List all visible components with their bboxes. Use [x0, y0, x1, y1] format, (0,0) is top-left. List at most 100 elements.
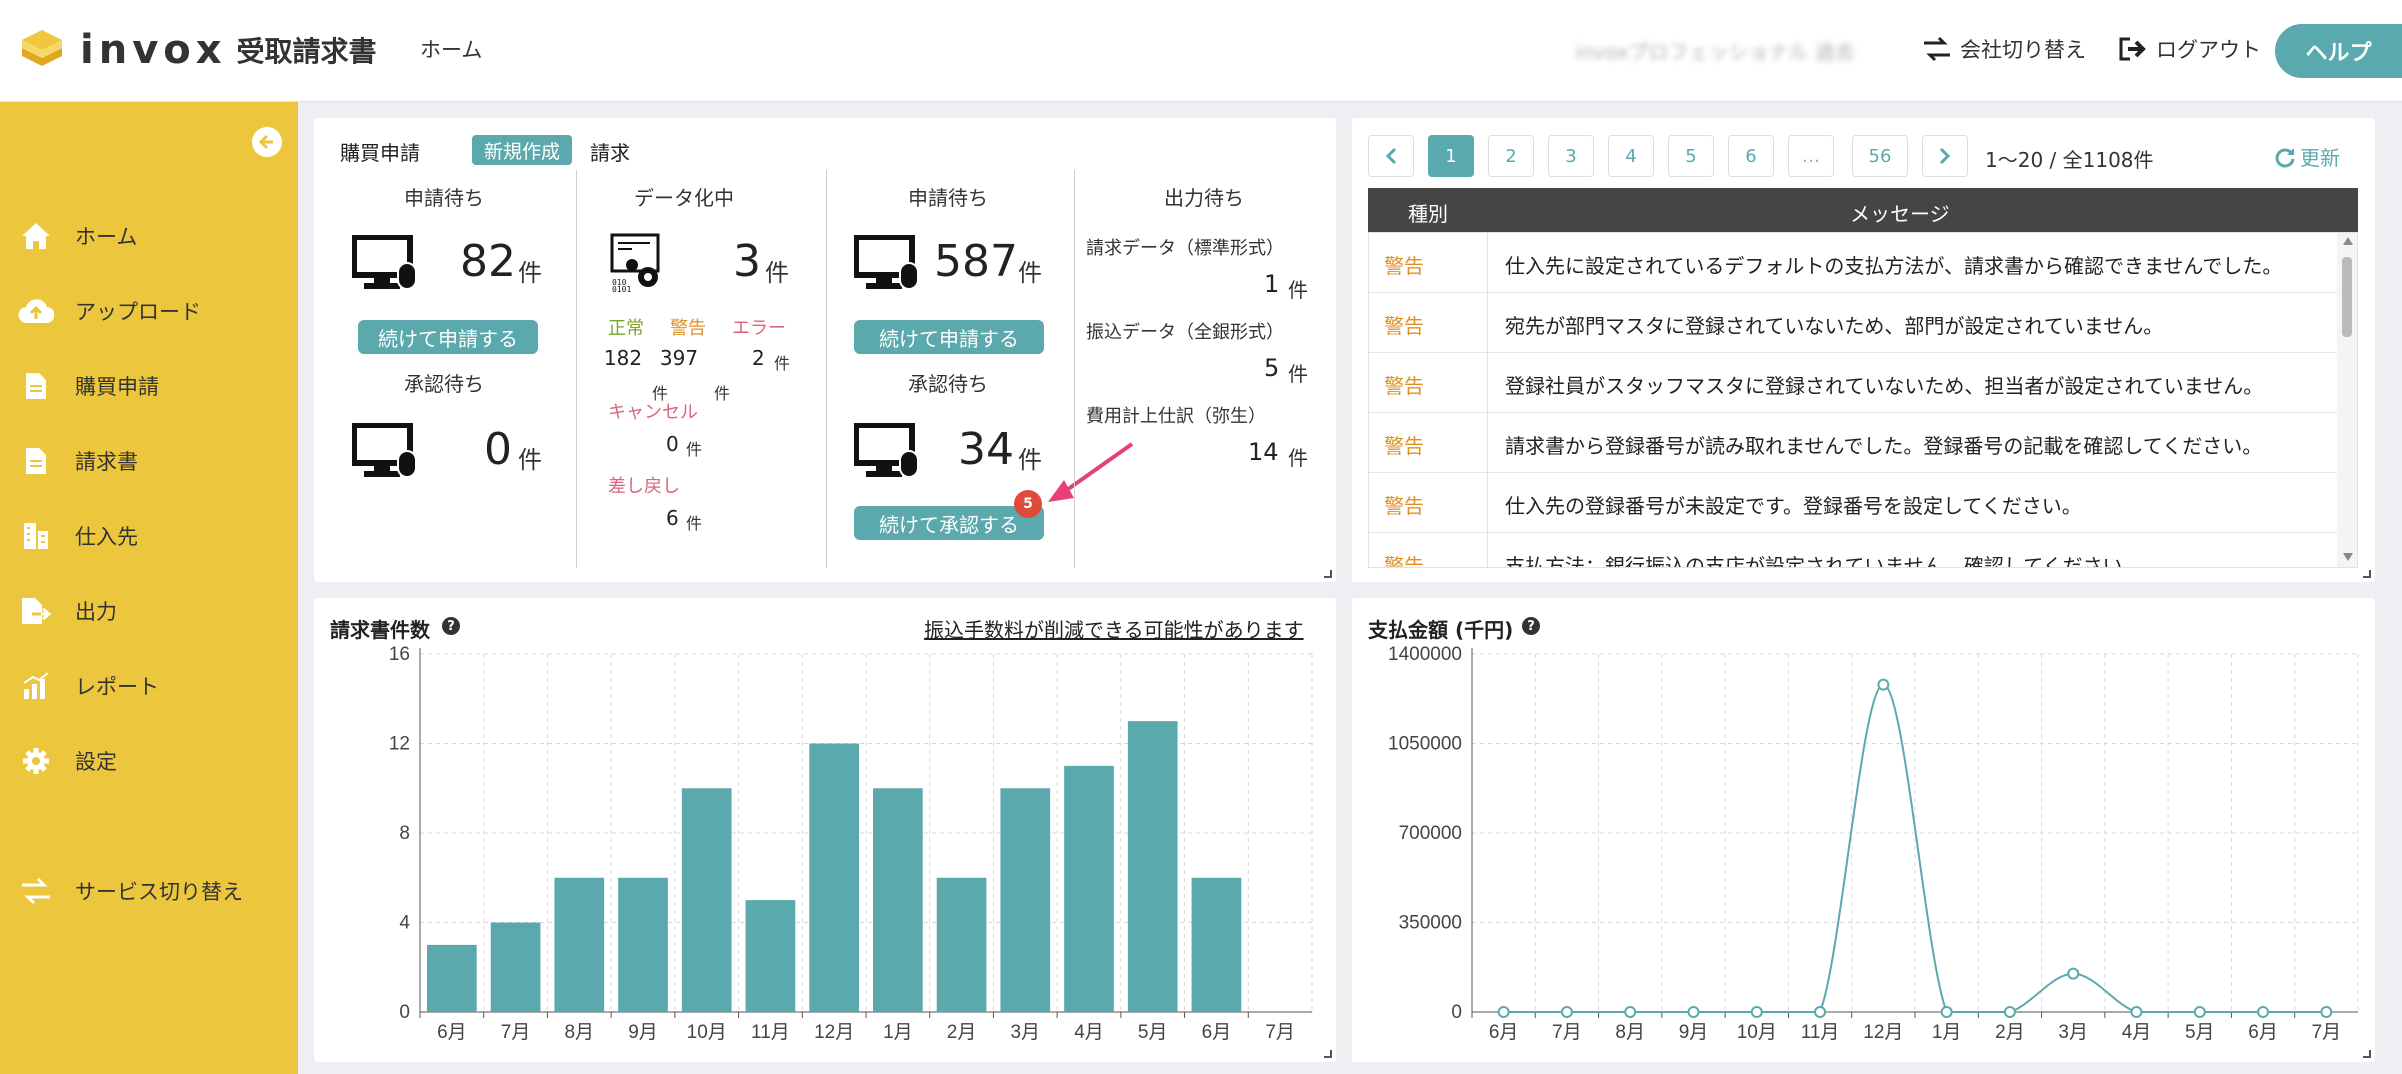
x-tick-label: 1月 [883, 1022, 913, 1043]
unit-label: 件 [765, 259, 789, 287]
prev-page-button[interactable] [1368, 135, 1414, 177]
digitizing-count: 3 [733, 236, 761, 287]
row-message: 請求書から登録番号が読み取れませんでした。登録番号の記載を確認してください。 [1505, 434, 2263, 458]
bar [1000, 788, 1051, 1012]
x-tick-label: 6月 [437, 1022, 467, 1043]
resize-handle[interactable] [1324, 1050, 1332, 1058]
sidebar-item-upload[interactable]: アップロード [18, 291, 201, 331]
sidebar-item-label: サービス切り替え [75, 880, 243, 904]
row-type: 警告 [1384, 254, 1424, 278]
output-item-label[interactable]: 費用計上仕訳（弥生） [1086, 402, 1266, 428]
scroll-thumb[interactable] [2342, 257, 2352, 337]
output-item-label[interactable]: 請求データ（標準形式） [1086, 234, 1284, 260]
sidebar-item-label: 購買申請 [75, 375, 159, 399]
resize-handle[interactable] [2363, 1050, 2371, 1058]
company-name: invoxプロフェッショナル 過去 [1575, 40, 1855, 64]
y-tick-label: 12 [389, 734, 410, 755]
error-label: エラー [732, 318, 786, 339]
resize-handle[interactable] [2363, 570, 2371, 578]
resize-handle[interactable] [1324, 570, 1332, 578]
row-message: 仕入先に設定されているデフォルトの支払方法が、請求書から確認できませんでした。 [1505, 254, 2283, 278]
unit-label: 件 [518, 259, 542, 287]
data-point [1560, 1006, 1573, 1018]
output-item-count: 14 [1248, 438, 1279, 466]
x-tick-label: 11月 [1801, 1022, 1840, 1043]
unit-label: 件 [686, 514, 703, 533]
next-page-button[interactable] [1922, 135, 1968, 177]
page-ellipsis: … [1788, 135, 1834, 177]
switch-company-button[interactable]: 会社切り替え [1922, 34, 2086, 64]
header-home-link[interactable]: ホーム [420, 34, 482, 64]
row-message: 登録社員がスタッフマスタに登録されていないため、担当者が設定されていません。 [1505, 374, 2264, 398]
x-tick-label: 11月 [751, 1022, 790, 1043]
sidebar-item-purchase[interactable]: 購買申請 [18, 366, 159, 406]
data-point [1750, 1006, 1763, 1018]
logout-button[interactable]: ログアウト [2118, 34, 2261, 64]
sidebar-item-supplier[interactable]: 仕入先 [18, 516, 138, 556]
table-row[interactable]: 警告 宛先が部門マスタに登録されていないため、部門が設定されていません。 [1369, 293, 2339, 353]
x-tick-label: 5月 [1138, 1022, 1168, 1043]
y-tick-label: 8 [399, 823, 410, 844]
row-type: 警告 [1384, 314, 1424, 338]
sidebar-item-report[interactable]: レポート [18, 666, 159, 706]
invoice-approve-count: 34 [958, 424, 1014, 475]
page-button[interactable]: 2 [1488, 135, 1534, 177]
sidebar-item-switch-service[interactable]: サービス切り替え [18, 871, 243, 911]
table-row[interactable]: 警告 登録社員がスタッフマスタに登録されていないため、担当者が設定されていません。 [1369, 353, 2339, 413]
invoice-count-panel: 請求書件数 ? 振込手数料が削減できる可能性があります 0 4 8 12 16 6月 7月 8… [314, 598, 1336, 1062]
refresh-label: 更新 [2300, 146, 2340, 170]
data-point [2067, 967, 2080, 980]
sidebar-item-settings[interactable]: 設定 [18, 741, 117, 781]
pointer-arrow-icon [1044, 440, 1140, 514]
page-button[interactable]: 6 [1728, 135, 1774, 177]
continue-purchase-apply-button[interactable]: 続けて申請する [358, 320, 538, 354]
output-item-label[interactable]: 振込データ（全銀形式） [1086, 318, 1284, 344]
purchase-apply-count: 82 [460, 236, 516, 287]
x-tick-label: 3月 [2058, 1022, 2088, 1043]
bar [427, 944, 477, 1012]
new-purchase-button[interactable]: 新規作成 [472, 135, 572, 165]
table-row[interactable]: 警告 仕入先に設定されているデフォルトの支払方法が、請求書から確認できませんでした… [1369, 233, 2339, 293]
collapse-sidebar-button[interactable] [252, 127, 282, 157]
x-tick-label: 9月 [1679, 1022, 1709, 1043]
logo-mark-icon [18, 26, 66, 74]
refresh-icon [2275, 147, 2295, 167]
sidebar-item-output[interactable]: 出力 [18, 591, 117, 631]
row-message: 支払方法：銀行振込の支店が設定されていません。確認してください。 [1505, 554, 2143, 568]
table-row[interactable]: 警告 請求書から登録番号が読み取れませんでした。登録番号の記載を確認してください。 [1369, 413, 2339, 473]
sidebar-item-home[interactable]: ホーム [18, 216, 137, 256]
summary-panel: 購買申請 新規作成 請求 申請待ち 82 件 続けて申請する 承認待ち 0 件 … [314, 118, 1336, 582]
unit-label: 件 [1288, 362, 1308, 386]
page-button[interactable]: 56 [1852, 135, 1908, 177]
switch-company-label: 会社切り替え [1960, 38, 2086, 62]
monitor-icon [853, 234, 920, 297]
page-button[interactable]: 4 [1608, 135, 1654, 177]
scroll-up-icon[interactable] [2343, 237, 2353, 245]
monitor-icon [351, 422, 418, 485]
help-button[interactable]: ヘルプ [2275, 24, 2402, 78]
app-logo[interactable]: invox 受取請求書 [18, 24, 377, 76]
x-tick-label: 3月 [1010, 1022, 1040, 1043]
normal-label: 正常 [608, 318, 644, 339]
purchase-approve-count: 0 [484, 424, 512, 475]
refresh-button[interactable]: 更新 [2274, 142, 2340, 171]
brand-name: invox [80, 27, 227, 73]
page-button[interactable]: 1 [1428, 135, 1474, 177]
scrollbar[interactable] [2337, 233, 2357, 567]
sidebar-item-invoice[interactable]: 請求書 [18, 441, 138, 481]
document-icon [18, 443, 54, 479]
bar [490, 922, 541, 1012]
x-tick-label: 2月 [1995, 1022, 2025, 1043]
x-tick-label: 6月 [1489, 1022, 1519, 1043]
table-row[interactable]: 警告 仕入先の登録番号が未設定です。登録番号を設定してください。 [1369, 473, 2339, 533]
x-tick-label: 1月 [1932, 1022, 1962, 1043]
scroll-down-icon[interactable] [2343, 553, 2353, 561]
purchase-apply-header: 申請待ち [404, 186, 484, 210]
arrow-left-icon [258, 134, 273, 150]
continue-invoice-apply-button[interactable]: 続けて申請する [854, 320, 1044, 354]
page-button[interactable]: 3 [1548, 135, 1594, 177]
messages-table-body: 警告 仕入先に設定されているデフォルトの支払方法が、請求書から確認できませんでした… [1368, 232, 2358, 568]
table-row[interactable]: 警告 支払方法：銀行振込の支店が設定されていません。確認してください。 [1369, 533, 2339, 568]
sidebar-item-label: 出力 [75, 600, 117, 624]
page-button[interactable]: 5 [1668, 135, 1714, 177]
